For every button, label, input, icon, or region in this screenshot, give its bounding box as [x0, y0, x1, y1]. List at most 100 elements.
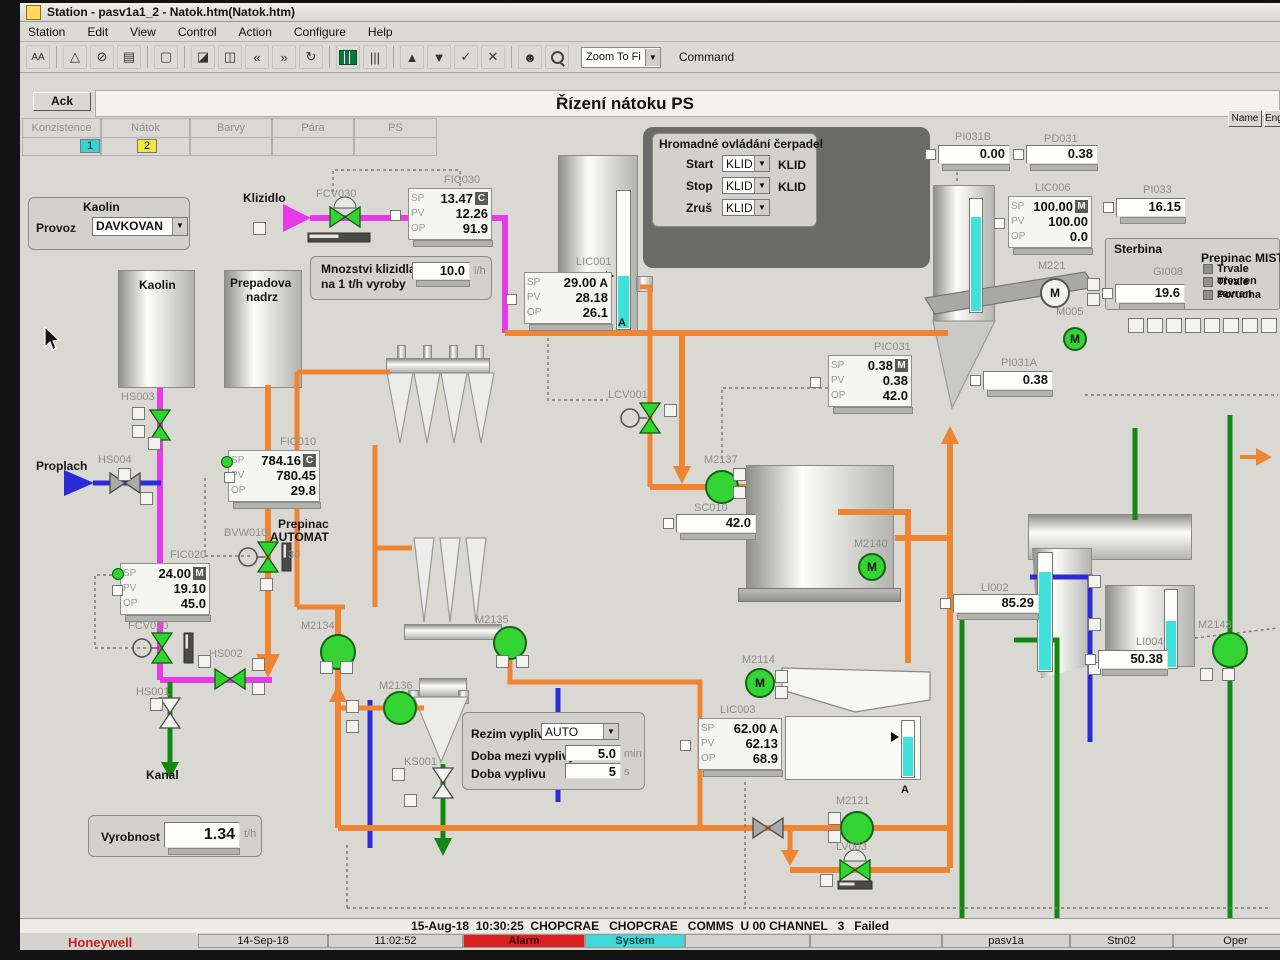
M2143-pump[interactable]	[1213, 633, 1247, 667]
status-cell-pasv1a[interactable]: pasv1a	[942, 934, 1070, 948]
chevron-down-icon[interactable]: ▼	[603, 724, 618, 739]
LCV001-valve-actuator	[621, 409, 639, 427]
m2114-trough	[782, 668, 930, 712]
HS001-valve[interactable]	[160, 713, 180, 728]
chevron-down-icon[interactable]: ▼	[754, 200, 769, 215]
cyclone-cone	[414, 538, 434, 622]
pipe-blue	[1030, 577, 1090, 742]
rezim-label: Rezim vyplivu	[471, 727, 551, 741]
zrus-label: Zruš	[686, 201, 712, 215]
M2134-pump[interactable]	[321, 635, 355, 669]
stop-label: Stop	[686, 179, 713, 193]
HS004-valve[interactable]	[110, 473, 125, 493]
status-cell-Oper[interactable]: Oper	[1173, 934, 1280, 948]
manual-valve[interactable]	[768, 818, 783, 838]
HS004-valve[interactable]	[125, 473, 140, 493]
FCV020-valve[interactable]	[152, 633, 172, 648]
HS002-valve[interactable]	[215, 669, 230, 689]
monitor-bezel	[0, 0, 1280, 3]
flow-arrow	[781, 850, 799, 866]
hromadne-title: Hromadné ovládání čerpadel	[659, 137, 823, 151]
chevron-down-icon[interactable]: ▼	[172, 218, 187, 235]
flow-arrow	[434, 838, 452, 856]
stop-dropdown[interactable]: KLID ▼	[722, 177, 770, 194]
FCV030-valve[interactable]	[330, 207, 345, 227]
M2135-pump[interactable]	[494, 627, 526, 659]
mnozstvi-input[interactable]: 10.0	[412, 262, 470, 280]
start-dropdown[interactable]: KLID ▼	[722, 155, 770, 172]
KS001-valve[interactable]	[433, 768, 453, 783]
status-cell-Stn02[interactable]: Stn02	[1070, 934, 1173, 948]
M2114-motor-label: M	[755, 676, 765, 690]
status-cell-System[interactable]: System	[585, 934, 685, 948]
status-cell-Alarm[interactable]: Alarm	[463, 934, 585, 948]
LCV001-valve[interactable]	[640, 418, 660, 433]
pipe-orange	[640, 287, 650, 487]
M2136-pump[interactable]	[384, 692, 416, 724]
HS003-valve[interactable]	[150, 410, 170, 425]
provoz-value: DAVKOVAN	[93, 218, 172, 235]
mnozstvi-line1: Mnozstvi klizidla	[321, 262, 416, 276]
chevron-down-icon[interactable]: ▼	[754, 178, 769, 193]
valve-position-bar-mark	[284, 545, 287, 558]
alarm-line[interactable]: 15-Aug-18 10:30:25 CHOPCRAE CHOPCRAE COM…	[20, 918, 1280, 934]
doba-mezi-input[interactable]: 5.0	[565, 745, 621, 761]
flow-arrow	[673, 466, 691, 484]
monitor-bezel	[0, 0, 20, 960]
valve-position-bar	[282, 543, 291, 571]
KS001-valve[interactable]	[433, 783, 453, 798]
HS003-valve[interactable]	[150, 425, 170, 440]
status-cell-11:02:52[interactable]: 11:02:52	[328, 934, 463, 948]
status-cell-14-Sep-18[interactable]: 14-Sep-18	[198, 934, 328, 948]
link-dashed	[95, 575, 148, 648]
cyclone-cone	[387, 373, 413, 443]
valve-position-bar-mark	[186, 635, 189, 649]
rezim-dropdown[interactable]: AUTO ▼	[541, 723, 619, 740]
cyclone-cone	[440, 538, 460, 622]
vyrobnost-value: 1.34	[164, 822, 240, 848]
screen-photo: Station - pasv1a1_2 - Natok.htm(Natok.ht…	[0, 0, 1280, 960]
piping-layer: MMMM	[0, 0, 1280, 950]
status-cell	[685, 934, 810, 948]
link-dashed	[722, 388, 828, 460]
M2140-motor-label: M	[867, 560, 877, 574]
BVW010-valve-actuator	[239, 548, 257, 566]
mnozstvi-shadow	[416, 280, 470, 287]
mouse-cursor	[45, 327, 59, 350]
doba-mezi-label: Doba mezi vyplivy	[471, 749, 575, 763]
BVW010-valve[interactable]	[258, 557, 278, 572]
doba-mezi-unit: min	[624, 748, 642, 760]
doba-vyplivu-unit: s	[624, 766, 630, 778]
valve-position-bar-mark	[840, 883, 855, 886]
flow-arrow	[161, 762, 179, 779]
HS002-valve[interactable]	[230, 669, 245, 689]
zrus-dropdown-value: KLID	[723, 200, 754, 215]
M2137-pump[interactable]	[706, 471, 738, 503]
link-dashed	[548, 338, 608, 400]
M005-motor-label: M	[1070, 332, 1080, 346]
LV003-valve[interactable]	[840, 860, 855, 880]
FCV030-valve[interactable]	[345, 207, 360, 227]
zrus-dropdown[interactable]: KLID ▼	[722, 199, 770, 216]
option-square-icon	[1203, 264, 1213, 274]
LCV001-valve[interactable]	[640, 403, 660, 418]
BVW010-valve[interactable]	[258, 542, 278, 557]
LV003-valve[interactable]	[855, 860, 870, 880]
pipe-green	[1014, 640, 1057, 935]
chevron-down-icon[interactable]: ▼	[754, 156, 769, 171]
vyrobnost-unit: t/h	[244, 828, 256, 840]
FCV020-valve[interactable]	[152, 648, 172, 663]
vyrobnost-label: Vyrobnost	[101, 830, 160, 844]
flow-arrow	[283, 204, 311, 232]
flow-arrow	[64, 470, 94, 496]
provoz-dropdown[interactable]: DAVKOVAN ▼	[92, 217, 188, 236]
flow-arrow	[256, 654, 280, 678]
doba-vyplivu-input[interactable]: 5	[565, 763, 621, 779]
valve-position-bar-mark	[310, 235, 339, 239]
monitor-bezel	[0, 950, 1280, 960]
status-bar: Honeywell 14-Sep-1811:02:52AlarmSystem pa…	[20, 933, 1280, 950]
M2121-pump[interactable]	[841, 812, 873, 844]
HS001-valve[interactable]	[160, 698, 180, 713]
manual-valve[interactable]	[753, 818, 768, 838]
honeywell-logo: Honeywell	[68, 935, 132, 950]
